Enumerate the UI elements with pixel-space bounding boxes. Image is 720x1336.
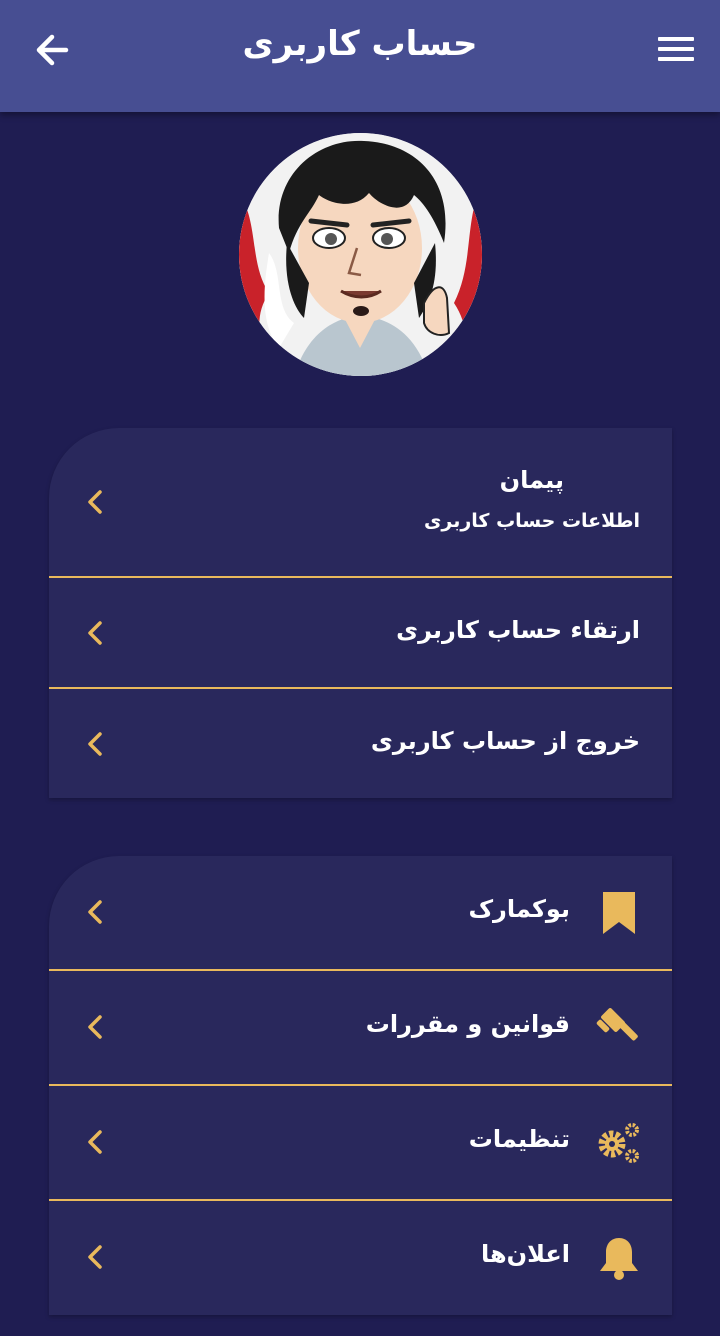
chevron-left-icon — [88, 621, 102, 645]
logout-row[interactable]: خروج از حساب کاربری — [49, 689, 672, 798]
gears-icon — [598, 1123, 639, 1163]
account-card: پیمان اطلاعات حساب کاربری ارتقاء حساب کا… — [49, 428, 672, 798]
bookmark-label: بوکمارک — [468, 895, 570, 923]
terms-label: قوانین و مقررات — [365, 1010, 570, 1038]
profile-info-row[interactable]: پیمان اطلاعات حساب کاربری — [49, 428, 672, 576]
chevron-left-icon — [88, 490, 102, 514]
profile-name: پیمان — [499, 466, 564, 494]
bookmark-icon — [603, 892, 635, 934]
avatar[interactable] — [239, 133, 482, 376]
chevron-left-icon — [88, 1015, 102, 1039]
avatar-illustration — [239, 133, 482, 376]
settings-label: تنظیمات — [468, 1125, 570, 1153]
upgrade-account-label: ارتقاء حساب کاربری — [396, 616, 640, 644]
profile-subtitle: اطلاعات حساب کاربری — [423, 510, 640, 532]
bookmark-row[interactable]: بوکمارک — [49, 856, 672, 969]
chevron-left-icon — [88, 732, 102, 756]
upgrade-account-row[interactable]: ارتقاء حساب کاربری — [49, 578, 672, 687]
main-menu-card: بوکمارک قوانین و مقررات تنظیمات — [49, 856, 672, 1315]
logout-label: خروج از حساب کاربری — [370, 727, 640, 755]
hamburger-menu-icon[interactable] — [656, 30, 696, 70]
app-bar: حساب کاربری — [0, 0, 720, 112]
chevron-left-icon — [88, 900, 102, 924]
terms-row[interactable]: قوانین و مقررات — [49, 971, 672, 1084]
chevron-left-icon — [88, 1245, 102, 1269]
notifications-row[interactable]: اعلان‌ها — [49, 1201, 672, 1315]
gavel-icon — [596, 1008, 638, 1041]
notifications-label: اعلان‌ها — [481, 1240, 570, 1268]
chevron-left-icon — [88, 1130, 102, 1154]
settings-row[interactable]: تنظیمات — [49, 1086, 672, 1199]
page-title: حساب کاربری — [242, 24, 478, 64]
bell-icon — [600, 1238, 638, 1280]
